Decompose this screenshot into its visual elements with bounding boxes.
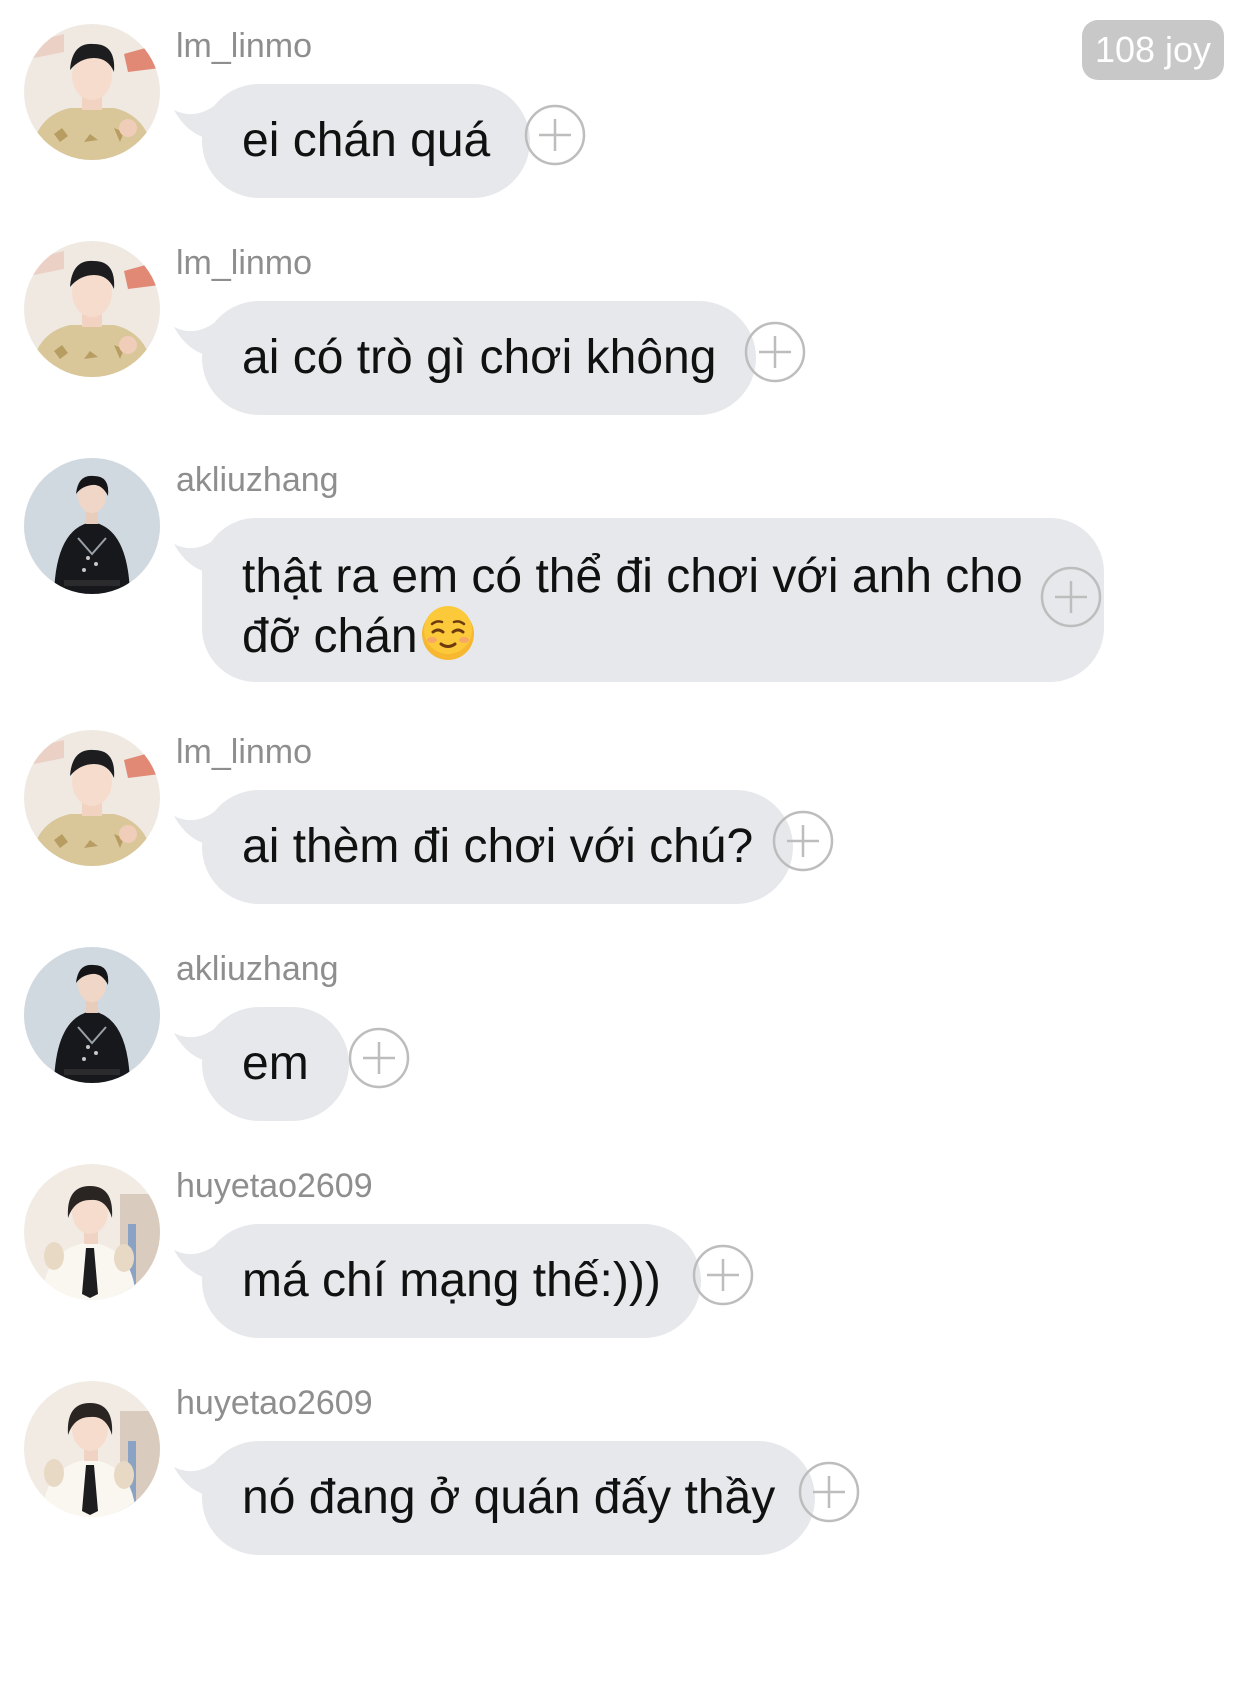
message-row: akliuzhang thật ra em có thể đi chơi với… <box>0 458 1242 688</box>
plus-circle-icon[interactable] <box>772 810 834 872</box>
avatar-lm-linmo[interactable] <box>24 730 160 866</box>
message-bubble[interactable]: ei chán quá <box>202 84 531 198</box>
message-bubble[interactable]: em <box>202 1007 349 1121</box>
username[interactable]: huyetao2609 <box>176 1383 373 1423</box>
plus-circle-icon[interactable] <box>348 1027 410 1089</box>
message-bubble[interactable]: ai thèm đi chơi với chú? <box>202 790 794 904</box>
message-text: đỡ chán <box>242 610 418 663</box>
avatar-lm-linmo[interactable] <box>24 241 160 377</box>
avatar-akliuzhang[interactable] <box>24 947 160 1083</box>
avatar-huyetao2609[interactable] <box>24 1381 160 1517</box>
message-line: thật ra em có thể đi chơi với anh cho <box>242 550 1023 603</box>
message-line: đỡ chán <box>242 606 1064 666</box>
username[interactable]: lm_linmo <box>176 243 312 283</box>
username[interactable]: akliuzhang <box>176 949 339 989</box>
username[interactable]: huyetao2609 <box>176 1166 373 1206</box>
message-bubble[interactable]: thật ra em có thể đi chơi với anh cho đỡ… <box>202 518 1104 682</box>
avatar-lm-linmo[interactable] <box>24 24 160 160</box>
message-row: akliuzhang em <box>0 947 1242 1121</box>
message-bubble[interactable]: má chí mạng thế:))) <box>202 1224 701 1338</box>
plus-circle-icon[interactable] <box>744 321 806 383</box>
username[interactable]: akliuzhang <box>176 460 339 500</box>
plus-circle-icon[interactable] <box>1040 566 1102 628</box>
avatar-huyetao2609[interactable] <box>24 1164 160 1300</box>
plus-circle-icon[interactable] <box>692 1244 754 1306</box>
relieved-face-emoji <box>421 606 474 660</box>
message-row: lm_linmo ai có trò gì chơi không <box>0 241 1242 415</box>
message-bubble[interactable]: ai có trò gì chơi không <box>202 301 757 415</box>
avatar-akliuzhang[interactable] <box>24 458 160 594</box>
username[interactable]: lm_linmo <box>176 732 312 772</box>
message-row: huyetao2609 má chí mạng thế:))) <box>0 1164 1242 1338</box>
plus-circle-icon[interactable] <box>524 104 586 166</box>
plus-circle-icon[interactable] <box>798 1461 860 1523</box>
message-row: lm_linmo ei chán quá <box>0 24 1242 198</box>
message-row: lm_linmo ai thèm đi chơi với chú? <box>0 730 1242 904</box>
message-bubble[interactable]: nó đang ở quán đấy thầy <box>202 1441 816 1555</box>
message-row: huyetao2609 nó đang ở quán đấy thầy <box>0 1381 1242 1555</box>
username[interactable]: lm_linmo <box>176 26 312 66</box>
